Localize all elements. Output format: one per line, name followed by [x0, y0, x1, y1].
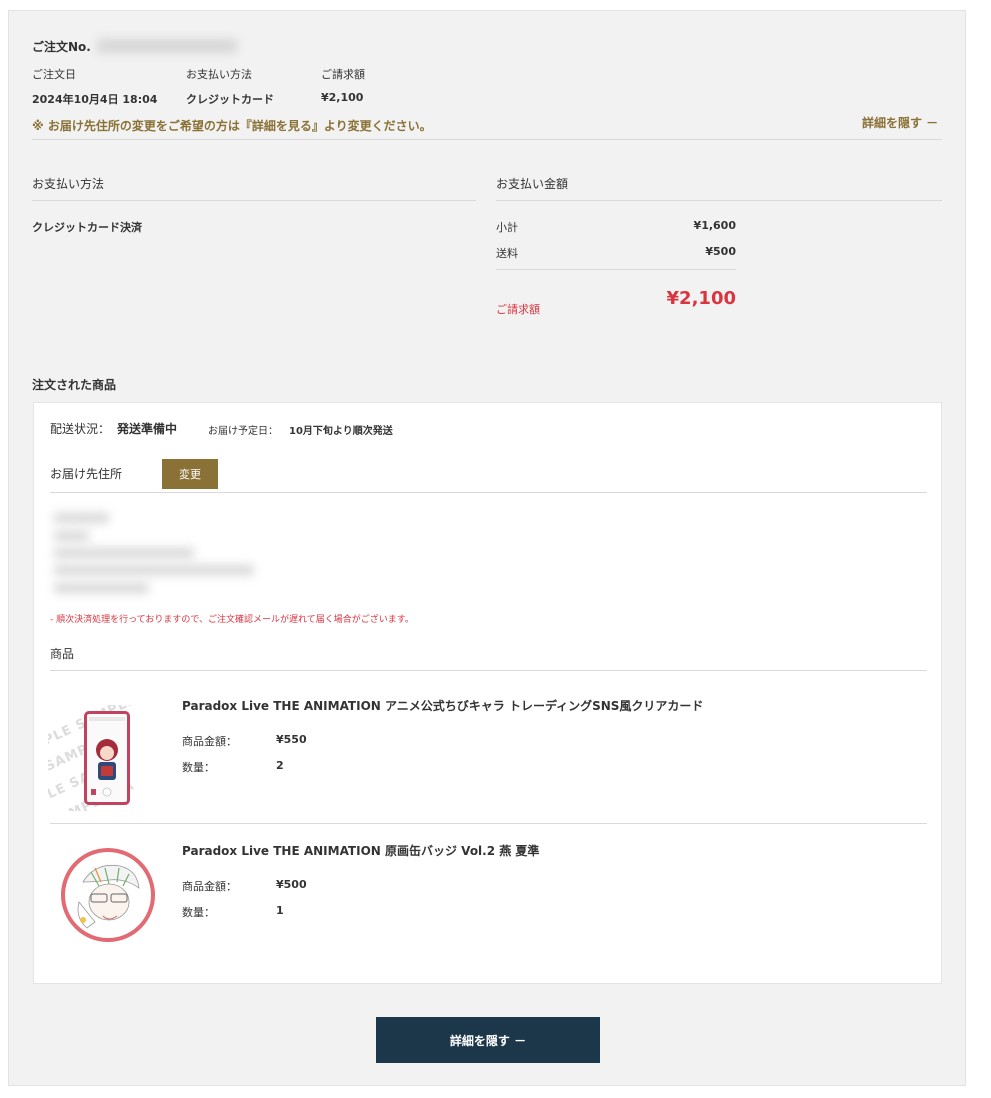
divider [32, 139, 942, 140]
divider [32, 200, 476, 201]
payment-delay-warning: - 順次決済処理を行っておりますので、ご注文確認メールが遅れて届く場合がございま… [50, 615, 414, 625]
divider [50, 823, 927, 824]
change-address-button[interactable]: 変更 [162, 459, 218, 489]
payment-method-value: クレジットカード [186, 93, 274, 106]
hide-details-link[interactable]: 詳細を隠す － [862, 114, 938, 131]
ordered-items-heading: 注文された商品 [32, 378, 117, 392]
total-value: ¥2,100 [666, 288, 736, 309]
order-number-label: ご注文No. [32, 40, 91, 54]
product-price-value: ¥500 [276, 878, 307, 891]
delivery-date-value: 10月下旬より順次発送 [289, 426, 393, 437]
product-quantity-value: 2 [276, 759, 284, 772]
shipping-fee-value: ¥500 [705, 245, 736, 258]
address-redacted [54, 531, 89, 541]
payment-amount-heading: お支払い金額 [496, 177, 569, 191]
product-quantity-value: 1 [276, 904, 284, 917]
product-quantity-label: 数量： [182, 906, 215, 919]
payment-method-detail: クレジットカード決済 [32, 221, 142, 234]
shipping-status-value: 発送準備中 [117, 422, 178, 436]
address-label: お届け先住所 [50, 467, 123, 481]
divider [50, 492, 927, 493]
divider [50, 670, 927, 671]
address-redacted [54, 565, 254, 575]
address-redacted [54, 583, 149, 593]
total-label: ご請求額 [496, 303, 540, 316]
product-name[interactable]: Paradox Live THE ANIMATION 原画缶バッジ Vol.2 … [182, 842, 539, 859]
product-price-label: 商品金額： [182, 735, 237, 748]
subtotal-value: ¥1,600 [693, 219, 736, 232]
hide-details-button[interactable]: 詳細を隠す － [376, 1017, 600, 1063]
payment-method-label: お支払い方法 [186, 68, 252, 81]
payment-method-heading: お支払い方法 [32, 177, 105, 191]
shipping-fee-label: 送料 [496, 247, 518, 260]
order-detail-panel: ご注文No. ご注文日 お支払い方法 ご請求額 2024年10月4日 18:04… [8, 10, 966, 1086]
billing-value: ¥2,100 [321, 91, 364, 104]
product-price-value: ¥550 [276, 733, 307, 746]
divider [496, 269, 736, 270]
address-redacted [54, 548, 194, 558]
product-name[interactable]: Paradox Live THE ANIMATION アニメ公式ちびキャラ トレ… [182, 697, 703, 714]
ordered-items-card: 配送状況： 発送準備中 お届け予定日： 10月下旬より順次発送 お届け先住所 変… [33, 402, 942, 984]
address-redacted [54, 513, 109, 523]
subtotal-label: 小計 [496, 221, 518, 234]
phone-card-icon [84, 711, 130, 805]
product-price-label: 商品金額： [182, 880, 237, 893]
product-thumbnail-can-badge[interactable] [61, 848, 155, 942]
product-quantity-label: 数量： [182, 761, 215, 774]
billing-label: ご請求額 [321, 68, 365, 81]
divider [496, 200, 942, 201]
order-date-value: 2024年10月4日 18:04 [32, 93, 158, 106]
delivery-date-label: お届け予定日： [208, 426, 278, 437]
shipping-status-label: 配送状況： [50, 422, 111, 436]
address-change-notice: ※ お届け先住所の変更をご希望の方は『詳細を見る』より変更ください。 [32, 119, 432, 133]
product-thumbnail-clear-card[interactable]: PLE SAMPLE SAMPLE SA LE SAMPLE SAMPLE SA [48, 705, 166, 811]
order-number-redacted [97, 39, 237, 53]
order-date-label: ご注文日 [32, 68, 76, 81]
products-heading: 商品 [50, 647, 75, 661]
